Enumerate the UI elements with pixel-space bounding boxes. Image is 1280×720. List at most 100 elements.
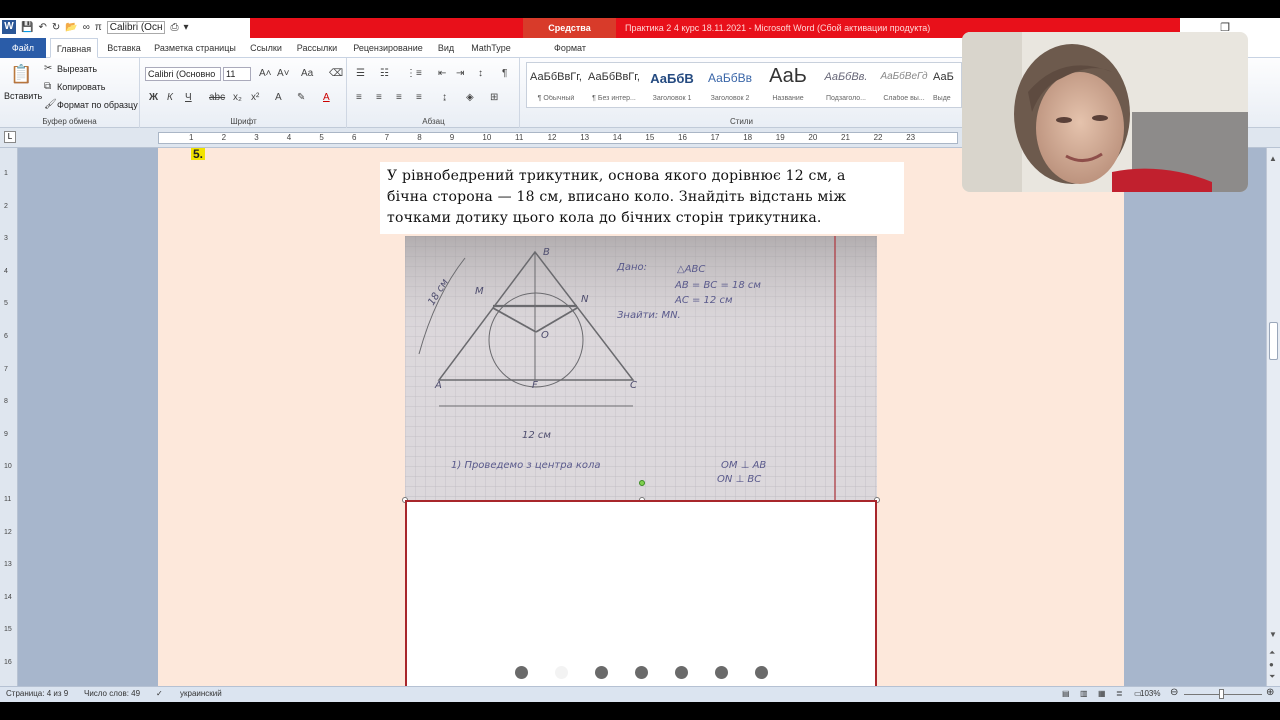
format-painter-button[interactable]: Формат по образцу [57, 100, 138, 110]
qat-font-box[interactable]: Calibri (Осн [106, 20, 166, 34]
style-title[interactable]: АаЬ Название [759, 63, 817, 109]
open-icon[interactable]: 📂 [65, 22, 77, 33]
vertical-scrollbar[interactable]: ▲ ▼ ⏶ ● ⏷ [1266, 148, 1280, 686]
tab-review[interactable]: Рецензирование [350, 38, 426, 58]
paste-button[interactable]: Вставить [4, 91, 42, 101]
tab-page-layout[interactable]: Разметка страницы [152, 38, 238, 58]
word-count[interactable]: Число слов: 49 [84, 689, 140, 698]
copy-icon: ⧉ [44, 81, 52, 92]
font-name-box[interactable]: Calibri (Основно [145, 67, 221, 81]
select-browse-icon[interactable]: ● [1269, 660, 1274, 669]
increase-indent-icon[interactable]: ⇥ [456, 68, 464, 79]
style-subtitle[interactable]: АаБбВв. Подзаголо... [817, 63, 875, 109]
underline-icon[interactable]: Ч [185, 92, 192, 103]
pilcrow-icon[interactable]: ¶ [502, 68, 507, 79]
quick-access-toolbar: W 💾 ↶ ↻ 📂 ∞ π Calibri (Осн ⎙ ▾ [2, 20, 189, 34]
font-color-icon[interactable]: A [323, 92, 330, 103]
redo-icon[interactable]: ↻ [52, 22, 60, 33]
bold-icon[interactable]: Ж [149, 92, 158, 103]
rotate-handle[interactable] [639, 480, 645, 486]
find-line: Знайти: MN. [617, 310, 681, 321]
style-no-spacing[interactable]: АаБбВвГг, ¶ Без интер... [585, 63, 643, 109]
carousel-dot[interactable] [635, 666, 648, 679]
zoom-level[interactable]: 103% [1140, 689, 1160, 698]
text-effects-icon[interactable]: A [275, 92, 282, 103]
proofing-icon[interactable]: ✓ [156, 689, 163, 698]
word-logo-icon: W [2, 20, 16, 34]
tab-mathtype[interactable]: MathType [466, 38, 516, 58]
scroll-up-icon[interactable]: ▲ [1269, 154, 1277, 163]
tab-view[interactable]: Вид [434, 38, 458, 58]
outline-view-icon[interactable]: ≣ [1116, 689, 1123, 698]
link-icon[interactable]: ∞ [83, 22, 90, 33]
style-emphasis[interactable]: АаБ Выде [933, 63, 963, 109]
align-right-icon[interactable]: ≡ [396, 92, 402, 103]
highlight-icon[interactable]: ✎ [297, 92, 305, 103]
style-heading-2[interactable]: АаБбВв Заголовок 2 [701, 63, 759, 109]
carousel-dot[interactable] [595, 666, 608, 679]
tab-file[interactable]: Файл [0, 38, 46, 58]
justify-icon[interactable]: ≡ [416, 92, 422, 103]
carousel-dot[interactable] [755, 666, 768, 679]
language[interactable]: украинский [180, 689, 222, 698]
reading-view-icon[interactable]: ▥ [1080, 689, 1088, 698]
multilevel-list-icon[interactable]: ⋮≡ [406, 68, 422, 79]
zoom-out-icon[interactable]: ⊖ [1170, 687, 1178, 698]
paste-icon[interactable]: 📋 [10, 64, 32, 85]
bullets-icon[interactable]: ☰ [356, 68, 365, 79]
borders-icon[interactable]: ⊞ [490, 92, 498, 103]
web-layout-icon[interactable]: ▦ [1098, 689, 1106, 698]
drawing-shape[interactable] [405, 500, 877, 686]
style-subtle-emphasis[interactable]: АаБбВеГд Слабое вы... [875, 63, 933, 109]
qat-more-icon[interactable]: ▾ [183, 22, 188, 33]
italic-icon[interactable]: К [167, 92, 173, 103]
undo-icon[interactable]: ↶ [38, 22, 46, 33]
align-center-icon[interactable]: ≡ [376, 92, 382, 103]
align-left-icon[interactable]: ≡ [356, 92, 362, 103]
strikethrough-icon[interactable]: abc [209, 92, 225, 103]
style-normal[interactable]: АаБбВвГг, ¶ Обычный [527, 63, 585, 109]
change-case-icon[interactable]: Aa [301, 68, 313, 79]
tab-selector-icon[interactable]: L [4, 131, 16, 143]
grow-font-icon[interactable]: A˄ [259, 68, 272, 79]
problem-text[interactable]: У рівнобедрений трикутник, основа якого … [380, 162, 904, 234]
style-heading-1[interactable]: АаБбВ Заголовок 1 [643, 63, 701, 109]
shading-icon[interactable]: ◈ [466, 92, 474, 103]
document-page[interactable]: 5. У рівнобедрений трикутник, основа яко… [158, 148, 1124, 686]
zoom-slider-thumb[interactable] [1219, 689, 1224, 699]
clear-format-icon[interactable]: ⌫ [329, 68, 343, 79]
carousel-dot[interactable] [715, 666, 728, 679]
zoom-in-icon[interactable]: ⊕ [1266, 687, 1274, 698]
style-name: ¶ Без интер... [592, 95, 636, 102]
font-size-box[interactable]: 11 [223, 67, 251, 81]
pi-icon[interactable]: π [95, 22, 102, 33]
tab-home[interactable]: Главная [50, 38, 98, 58]
tab-format[interactable]: Формат [540, 38, 600, 58]
carousel-dot[interactable] [515, 666, 528, 679]
tab-mailings[interactable]: Рассылки [294, 38, 340, 58]
carousel-dot[interactable] [675, 666, 688, 679]
save-icon[interactable]: 💾 [21, 22, 33, 33]
scrollbar-thumb[interactable] [1269, 322, 1278, 360]
sort-icon[interactable]: ↕ [478, 68, 483, 79]
copy-button[interactable]: Копировать [57, 82, 105, 92]
page-count[interactable]: Страница: 4 из 9 [6, 689, 68, 698]
tab-insert[interactable]: Вставка [102, 38, 146, 58]
tab-references[interactable]: Ссылки [246, 38, 286, 58]
prev-page-icon[interactable]: ⏶ [1269, 648, 1275, 658]
decrease-indent-icon[interactable]: ⇤ [438, 68, 446, 79]
ruler-number: 15 [645, 133, 655, 142]
scroll-down-icon[interactable]: ▼ [1269, 630, 1277, 639]
carousel-dot[interactable] [555, 666, 568, 679]
next-page-icon[interactable]: ⏷ [1269, 672, 1275, 682]
superscript-icon[interactable]: x² [251, 92, 259, 103]
print-icon[interactable]: ⎙ [170, 22, 178, 33]
numbering-icon[interactable]: ☷ [380, 68, 389, 79]
notebook-photo[interactable]: B A C M N O F 18 см 12 см Дано: △ABC AB … [405, 236, 877, 500]
vertical-ruler[interactable]: 1 2 3 4 5 6 7 8 9 10 11 12 13 14 15 16 [0, 148, 18, 686]
print-layout-icon[interactable]: ▤ [1062, 689, 1070, 698]
shrink-font-icon[interactable]: A˅ [277, 68, 290, 79]
line-spacing-icon[interactable]: ↨ [442, 92, 447, 103]
subscript-icon[interactable]: x₂ [233, 92, 242, 103]
cut-button[interactable]: Вырезать [57, 64, 97, 74]
